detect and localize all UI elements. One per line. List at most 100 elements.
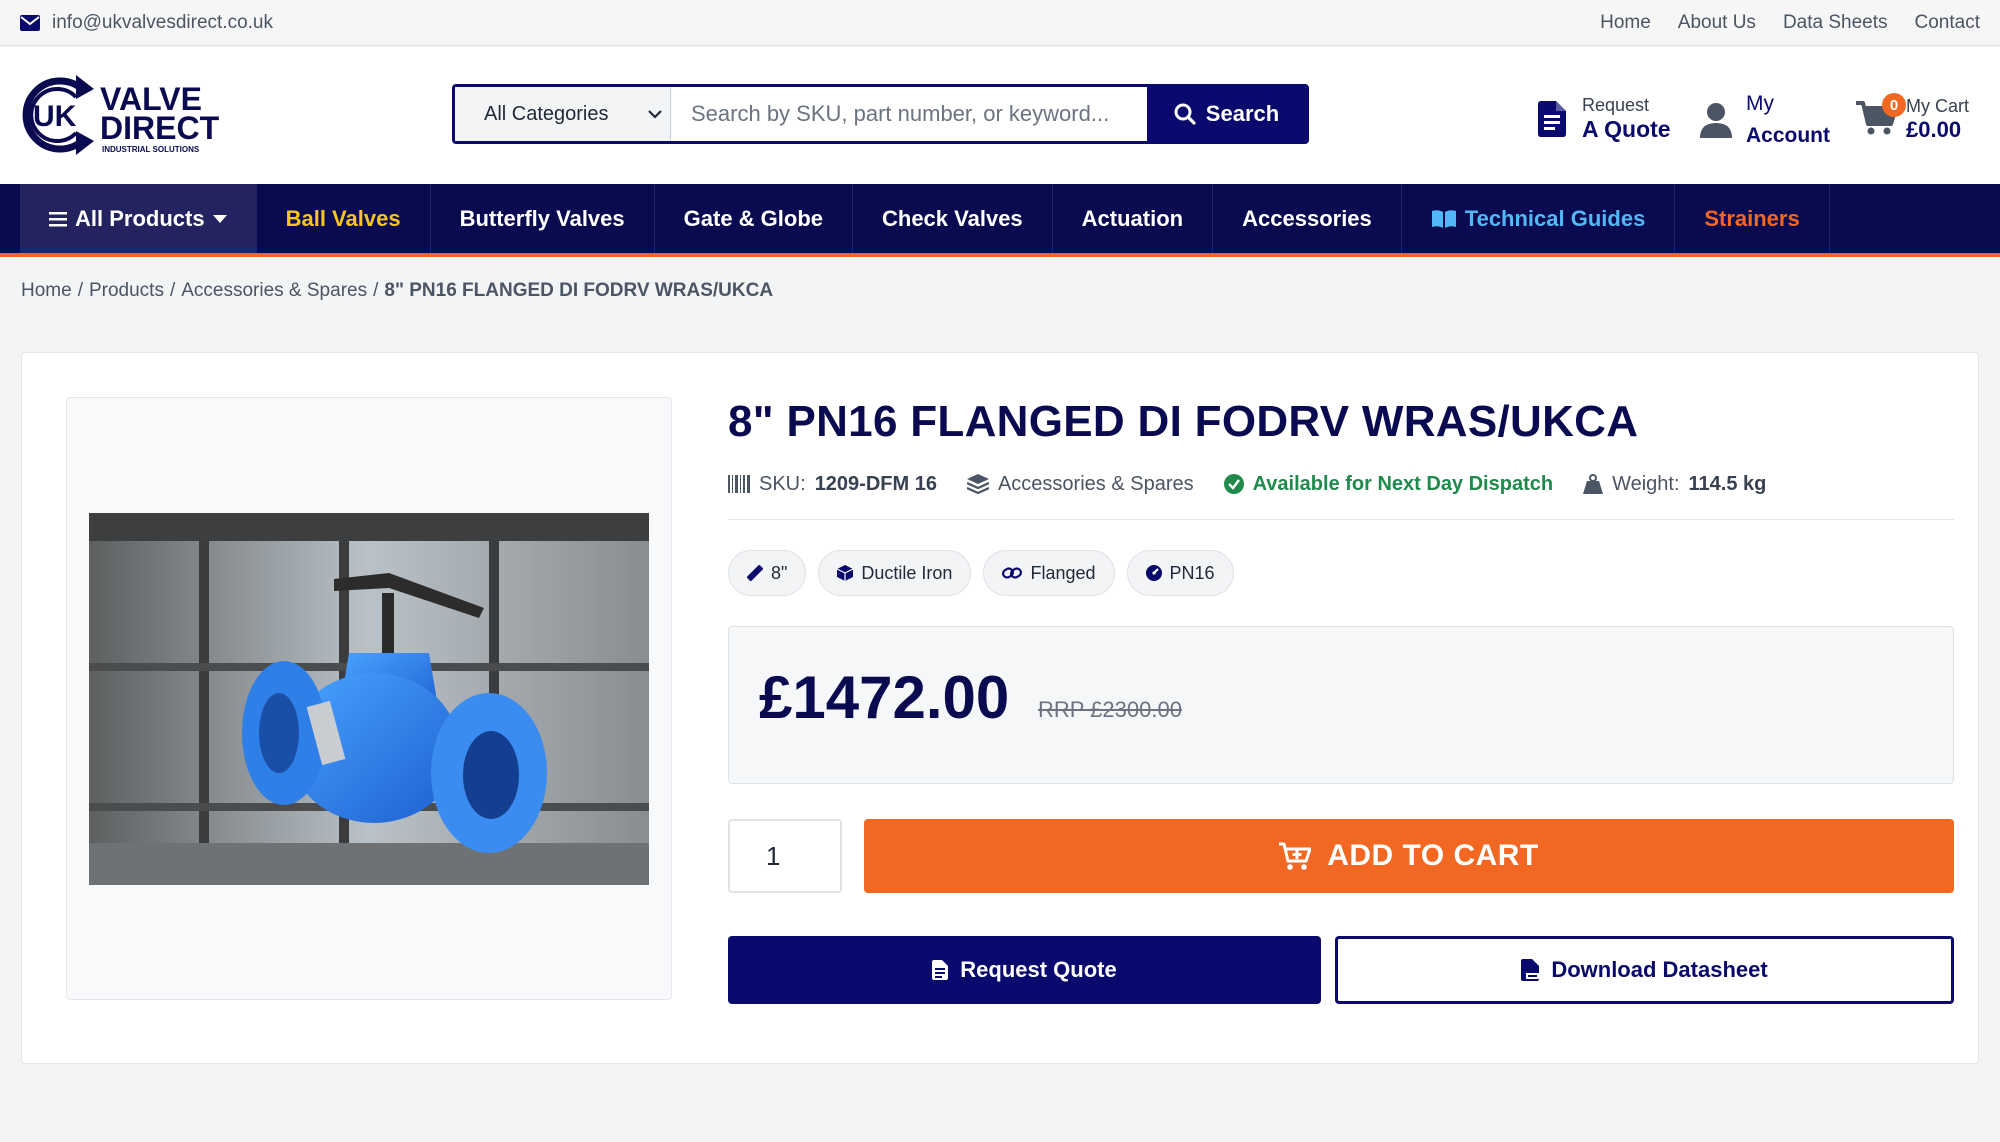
tag-pressure: PN16 <box>1126 550 1234 596</box>
sku-label: SKU: <box>759 472 806 495</box>
top-link-about-us[interactable]: About Us <box>1678 12 1756 34</box>
document-icon <box>932 960 949 980</box>
tag-pressure-label: PN16 <box>1169 562 1215 583</box>
tag-connection: Flanged <box>983 550 1115 596</box>
search-button[interactable]: Search <box>1147 87 1306 141</box>
cart-plus-icon <box>1279 841 1312 871</box>
category-select-value: All Categories <box>484 102 609 125</box>
chevron-down-icon <box>648 109 662 119</box>
nav-technical-guides-label: Technical Guides <box>1464 205 1646 231</box>
top-link-home[interactable]: Home <box>1600 12 1651 34</box>
download-datasheet-button[interactable]: Download Datasheet <box>1335 936 1954 1004</box>
download-datasheet-label: Download Datasheet <box>1551 957 1768 982</box>
request-quote-button[interactable]: Request Quote <box>728 936 1321 1004</box>
price-box: £1472.00 RRP £2300.00 <box>728 626 1954 784</box>
search-button-label: Search <box>1205 101 1280 126</box>
category-link[interactable]: Accessories & Spares <box>998 473 1194 496</box>
caret-down-icon <box>212 214 227 224</box>
account-line2-text: Account <box>1746 124 1830 147</box>
tag-size-label: 8" <box>771 562 788 583</box>
top-link-data-sheets[interactable]: Data Sheets <box>1783 12 1888 34</box>
layers-icon <box>966 474 989 494</box>
envelope-icon <box>20 15 40 31</box>
nav-actuation[interactable]: Actuation <box>1053 184 1214 253</box>
product-title: 8" PN16 FLANGED DI FODRV WRAS/UKCA <box>728 397 1639 446</box>
nav-all-products-label: All Products <box>75 205 205 231</box>
search-input[interactable]: Search by SKU, part number, or keyword..… <box>671 87 1147 141</box>
user-icon <box>1700 102 1732 138</box>
request-quote-small: Request <box>1582 95 1650 115</box>
tag-material-label: Ductile Iron <box>861 562 953 583</box>
quantity-input[interactable]: 1 <box>728 819 842 893</box>
product-price: £1472.00 <box>759 664 1010 731</box>
cart-label: My Cart <box>1906 95 1969 116</box>
breadcrumb-current: 8" PN16 FLANGED DI FODRV WRAS/UKCA <box>384 280 774 301</box>
request-quote-big: A Quote <box>1582 116 1671 142</box>
breadcrumb-separator: / <box>77 280 83 301</box>
product-image[interactable] <box>89 513 649 885</box>
cart-count-badge: 0 <box>1882 93 1906 117</box>
top-bar: info@ukvalvesdirect.co.uk Home About Us … <box>0 0 2000 46</box>
search-bar: All Categories Search by SKU, part numbe… <box>452 84 1309 144</box>
request-quote-link[interactable]: Request A Quote <box>1538 89 1671 149</box>
availability-group: Available for Next Day Dispatch <box>1223 472 1554 496</box>
nav-accessories[interactable]: Accessories <box>1213 184 1402 253</box>
sku-value: 1209-DFM 16 <box>814 472 937 495</box>
cube-icon <box>837 565 854 581</box>
contact-email-text: info@ukvalvesdirect.co.uk <box>52 12 273 33</box>
sku-group: SKU: 1209-DFM 16 <box>728 473 937 496</box>
check-circle-icon <box>1223 474 1244 494</box>
nav-gate-globe[interactable]: Gate & Globe <box>655 184 853 253</box>
contact-email[interactable]: info@ukvalvesdirect.co.uk <box>20 0 273 46</box>
site-logo[interactable]: UK VALVE DIRECT INDUSTRIAL SOLUTIONS <box>20 75 230 155</box>
availability-text: Available for Next Day Dispatch <box>1252 472 1554 495</box>
nav-ball-valves[interactable]: Ball Valves <box>257 184 431 253</box>
weight-value: 114.5 kg <box>1688 472 1767 495</box>
svg-text:UK: UK <box>33 100 77 133</box>
category-select[interactable]: All Categories <box>455 87 671 141</box>
product-card: 8" PN16 FLANGED DI FODRV WRAS/UKCA SKU: … <box>21 352 1979 1064</box>
weight-label: Weight: <box>1612 472 1680 495</box>
add-to-cart-label: ADD TO CART <box>1327 839 1539 872</box>
main-nav: All Products Ball Valves Butterfly Valve… <box>0 184 2000 257</box>
search-icon <box>1174 103 1196 125</box>
nav-butterfly-valves[interactable]: Butterfly Valves <box>431 184 655 253</box>
breadcrumb-accessories[interactable]: Accessories & Spares <box>181 280 367 302</box>
breadcrumb: Home / Products / Accessories & Spares /… <box>21 280 773 302</box>
my-cart-link[interactable]: 0 My Cart £0.00 <box>1856 89 1969 149</box>
breadcrumb-home[interactable]: Home <box>21 280 72 302</box>
meta-divider <box>728 519 1954 520</box>
breadcrumb-separator: / <box>169 280 176 301</box>
svg-text:INDUSTRIAL SOLUTIONS: INDUSTRIAL SOLUTIONS <box>102 145 200 154</box>
add-to-cart-button[interactable]: ADD TO CART <box>864 819 1954 893</box>
site-header: UK VALVE DIRECT INDUSTRIAL SOLUTIONS All… <box>0 47 2000 184</box>
link-icon <box>1002 566 1023 580</box>
top-link-contact[interactable]: Contact <box>1915 12 1980 34</box>
breadcrumb-products[interactable]: Products <box>89 280 164 302</box>
top-links: Home About Us Data Sheets Contact <box>1600 0 1980 46</box>
ruler-icon <box>747 565 763 581</box>
product-image-box <box>66 397 672 1000</box>
tag-size: 8" <box>728 550 807 596</box>
nav-check-valves[interactable]: Check Valves <box>853 184 1053 253</box>
spec-tags: 8" Ductile Iron Flanged PN16 <box>728 550 1234 596</box>
account-line1: My <box>1746 92 1774 115</box>
document-icon <box>1538 101 1566 137</box>
gauge-icon <box>1145 565 1162 581</box>
rrp-price: RRP £2300.00 <box>1038 697 1182 722</box>
nav-all-products[interactable]: All Products <box>20 184 257 253</box>
menu-icon <box>49 211 67 227</box>
cart-total: £0.00 <box>1906 116 1962 142</box>
weight-group: Weight: 114.5 kg <box>1583 473 1766 496</box>
account-line2: Account <box>1746 120 1830 152</box>
nav-strainers[interactable]: Strainers <box>1675 184 1830 253</box>
my-account-link[interactable]: My Account <box>1700 85 1830 155</box>
barcode-icon <box>728 475 750 493</box>
tag-connection-label: Flanged <box>1030 562 1096 583</box>
request-quote-label: Request Quote <box>960 957 1117 982</box>
svg-text:DIRECT: DIRECT <box>100 110 220 146</box>
tag-material: Ductile Iron <box>818 550 972 596</box>
breadcrumb-separator: / <box>373 280 379 301</box>
file-pdf-icon <box>1521 959 1540 981</box>
nav-technical-guides[interactable]: Technical Guides <box>1402 184 1676 253</box>
